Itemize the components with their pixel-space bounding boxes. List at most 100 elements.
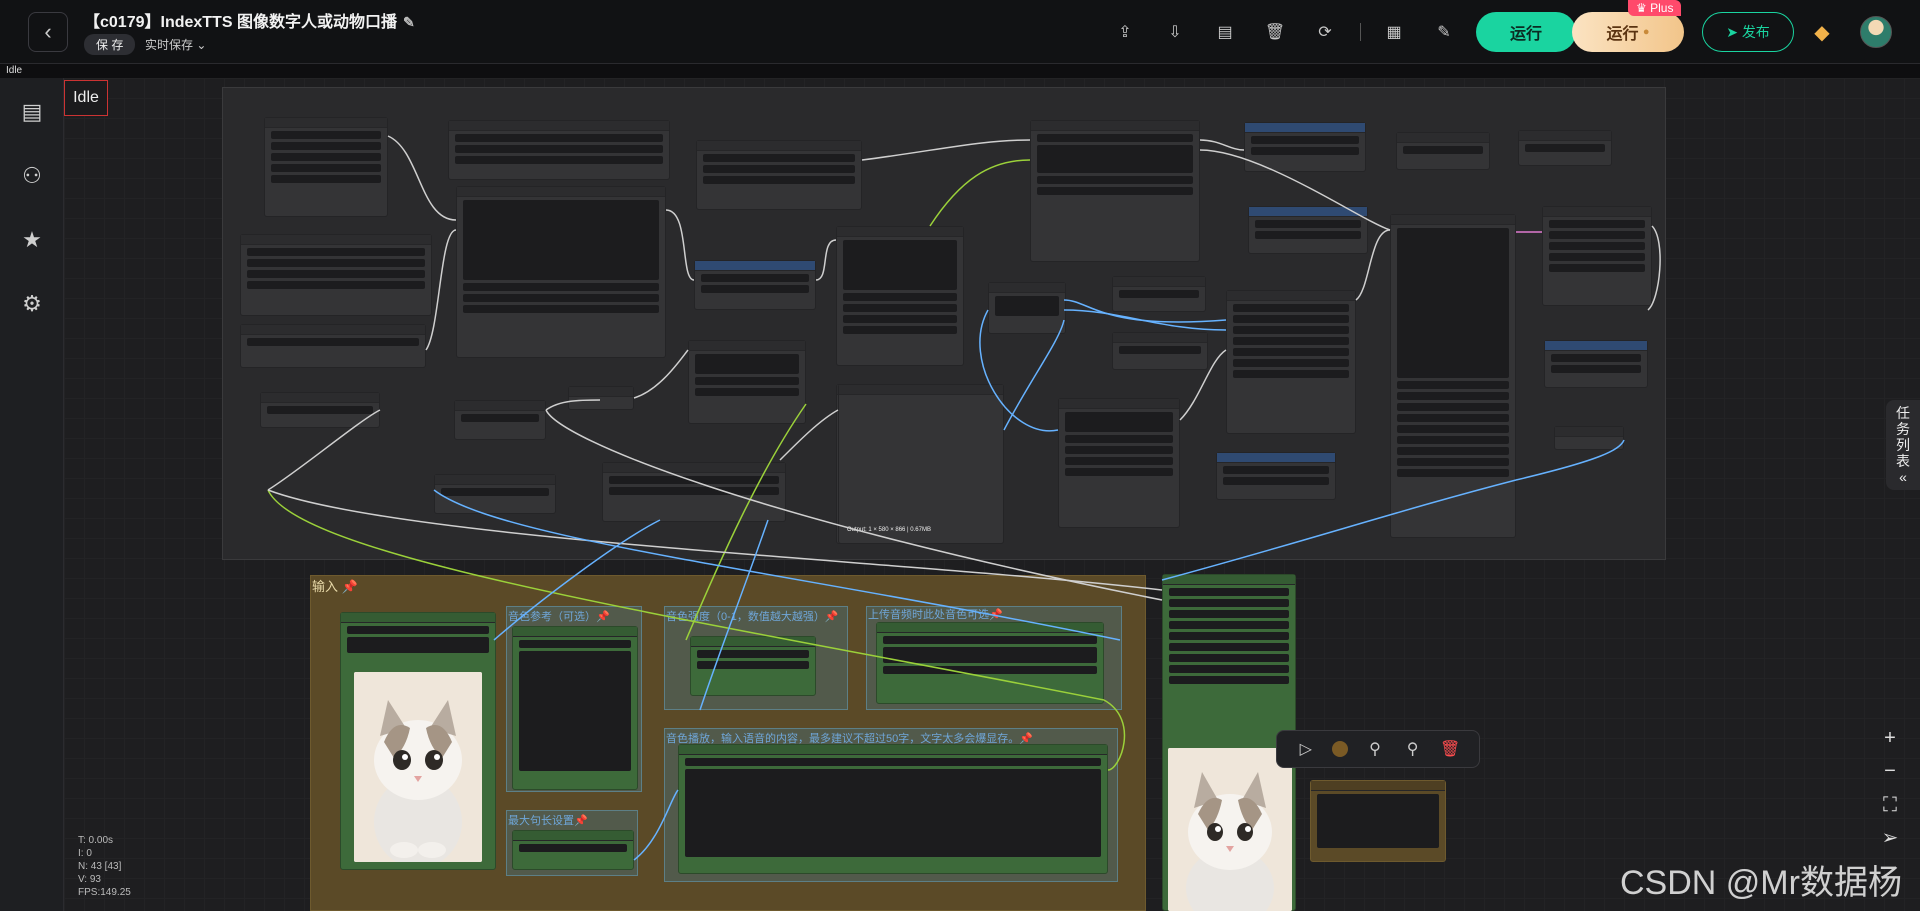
- chevron-left-icon: ‹: [44, 19, 52, 44]
- play-icon[interactable]: ▷: [1295, 739, 1317, 759]
- workflow-node[interactable]: [1058, 398, 1180, 528]
- stat-v: V: 93: [78, 874, 101, 885]
- subgroup-title: 上传音频时此处音色可选📌: [868, 609, 1003, 621]
- pin-icon: 📌: [824, 611, 839, 623]
- zoom-controls: + − ⛶ ➢: [1868, 718, 1912, 858]
- workflow-node[interactable]: [454, 400, 546, 440]
- workflow-node[interactable]: [1542, 206, 1652, 306]
- bypass-icon[interactable]: ⚲: [1364, 739, 1386, 759]
- task-tab-char: 表: [1896, 453, 1910, 469]
- workflow-node[interactable]: [1554, 426, 1624, 450]
- node-action-toolbar: ▷ ⚲ ⚲ 🗑: [1276, 730, 1480, 768]
- kitten-image: [354, 672, 482, 862]
- fit-view-icon[interactable]: ⛶: [1876, 791, 1904, 819]
- delete-icon[interactable]: 🗑: [1439, 739, 1461, 759]
- task-tab-char: 务: [1896, 421, 1910, 437]
- pin-icon: 📌: [989, 609, 1003, 621]
- workflow-node[interactable]: [690, 636, 816, 696]
- workflow-node[interactable]: [512, 830, 634, 870]
- stat-i: I: 0: [78, 848, 92, 859]
- document-icon[interactable]: ▤: [18, 98, 46, 126]
- status-idle-box: Idle: [64, 80, 108, 116]
- workflow-node[interactable]: [456, 186, 666, 358]
- watermark: CSDN @Mr数据杨: [1620, 864, 1902, 902]
- publish-button[interactable]: ➤ 发布: [1702, 12, 1794, 52]
- zoom-out-icon[interactable]: −: [1876, 757, 1904, 785]
- workflow-node[interactable]: [1396, 132, 1490, 170]
- workflow-node[interactable]: [1544, 340, 1648, 388]
- workflow-node[interactable]: [836, 226, 964, 366]
- toolbar-icons: ⇪ ⇩ ▤ 🗑 ⟳ ▦ ✎: [1110, 18, 1479, 46]
- workflow-node[interactable]: [1244, 122, 1366, 172]
- subgroup-title: 音色强度（0-1，数值越大越强）📌: [666, 611, 839, 623]
- group-title-input: 输入 📌: [312, 579, 358, 594]
- workflow-node[interactable]: [264, 117, 388, 217]
- workflow-node[interactable]: [694, 260, 816, 310]
- task-list-tab[interactable]: 任 务 列 表 «: [1886, 400, 1920, 490]
- workflow-node[interactable]: [696, 140, 862, 210]
- translate-icon[interactable]: ▤: [1210, 18, 1240, 46]
- send-icon: ➤: [1726, 23, 1738, 40]
- workflow-node[interactable]: [1030, 120, 1200, 262]
- workflow-node[interactable]: [1112, 332, 1208, 370]
- workflow-node[interactable]: [876, 622, 1104, 704]
- workflow-node[interactable]: [1310, 780, 1446, 862]
- workflow-icon[interactable]: ⚇: [18, 162, 46, 190]
- workflow-node[interactable]: [1226, 290, 1356, 434]
- crown-icon: ♛: [1636, 1, 1647, 15]
- autosave-dropdown[interactable]: 实时保存 ⌄: [145, 36, 206, 53]
- stat-time: T: 0.00s: [78, 835, 114, 846]
- output-kitten-image: [1168, 748, 1292, 911]
- collapse-icon: «: [1899, 469, 1907, 485]
- workflow-node[interactable]: [1518, 130, 1612, 166]
- diamond-icon[interactable]: ◆: [1810, 20, 1834, 44]
- settings-icon[interactable]: ⚙: [18, 290, 46, 318]
- text-input-node[interactable]: [678, 744, 1108, 874]
- chevron-down-icon: ⌄: [196, 38, 207, 52]
- avatar[interactable]: [1860, 16, 1892, 48]
- workflow-node[interactable]: [688, 340, 806, 424]
- upload-icon[interactable]: ⇪: [1110, 18, 1140, 46]
- workflow-node[interactable]: [1216, 452, 1336, 500]
- download-icon[interactable]: ⇩: [1160, 18, 1190, 46]
- run-button[interactable]: 运行: [1476, 12, 1576, 52]
- workflow-node[interactable]: [1248, 206, 1368, 254]
- workflow-node[interactable]: [988, 282, 1066, 334]
- grid-icon[interactable]: ▦: [1379, 18, 1409, 46]
- navigate-icon[interactable]: ➢: [1876, 824, 1904, 852]
- pin-icon[interactable]: ⚲: [1402, 739, 1424, 759]
- preview-node[interactable]: Output: 1 × 580 × 866 | 0.67MB: [838, 384, 1004, 544]
- pin-icon: 📌: [341, 579, 358, 594]
- stat-nodes: N: 43 [43]: [78, 861, 122, 872]
- refresh-icon[interactable]: ⟳: [1310, 18, 1340, 46]
- zoom-in-icon[interactable]: +: [1876, 724, 1904, 752]
- app-root: Output: 1 × 580 × 866 | 0.67MB 输入 📌 音色参考…: [0, 0, 1920, 911]
- workflow-node[interactable]: [602, 462, 786, 522]
- trash-icon[interactable]: 🗑: [1260, 18, 1290, 46]
- run-plus-button[interactable]: 运行 ●: [1572, 12, 1684, 52]
- workflow-node[interactable]: [434, 474, 556, 514]
- canvas-stats: T: 0.00s I: 0 N: 43 [43] V: 93 FPS:149.2…: [78, 834, 131, 899]
- workflow-title[interactable]: 【c0179】IndexTTS 图像数字人或动物口播 ✎: [84, 8, 415, 32]
- workflow-node[interactable]: [512, 626, 638, 790]
- edit-icon[interactable]: ✎: [1429, 18, 1459, 46]
- back-button[interactable]: ‹: [28, 12, 68, 52]
- workflow-node[interactable]: [1390, 214, 1516, 538]
- workflow-node[interactable]: [448, 120, 670, 180]
- workflow-node[interactable]: [568, 386, 634, 410]
- workflow-node[interactable]: [240, 324, 426, 368]
- workflow-node[interactable]: [240, 234, 432, 316]
- pencil-icon[interactable]: ✎: [403, 14, 415, 31]
- subgroup-title: 音色参考（可选）📌: [508, 611, 610, 623]
- left-sidebar: ▤ ⚇ ★ ⚙: [0, 78, 64, 911]
- pin-icon: 📌: [574, 815, 588, 827]
- workflow-node[interactable]: [1112, 276, 1206, 312]
- pin-icon: 📌: [596, 611, 610, 623]
- status-strip: Idle: [0, 64, 1920, 78]
- star-icon[interactable]: ★: [18, 226, 46, 254]
- stat-fps: FPS:149.25: [78, 887, 131, 898]
- save-button[interactable]: 保 存: [84, 34, 136, 55]
- task-tab-char: 列: [1896, 437, 1910, 453]
- color-picker-button[interactable]: [1332, 741, 1349, 757]
- workflow-node[interactable]: [260, 392, 380, 428]
